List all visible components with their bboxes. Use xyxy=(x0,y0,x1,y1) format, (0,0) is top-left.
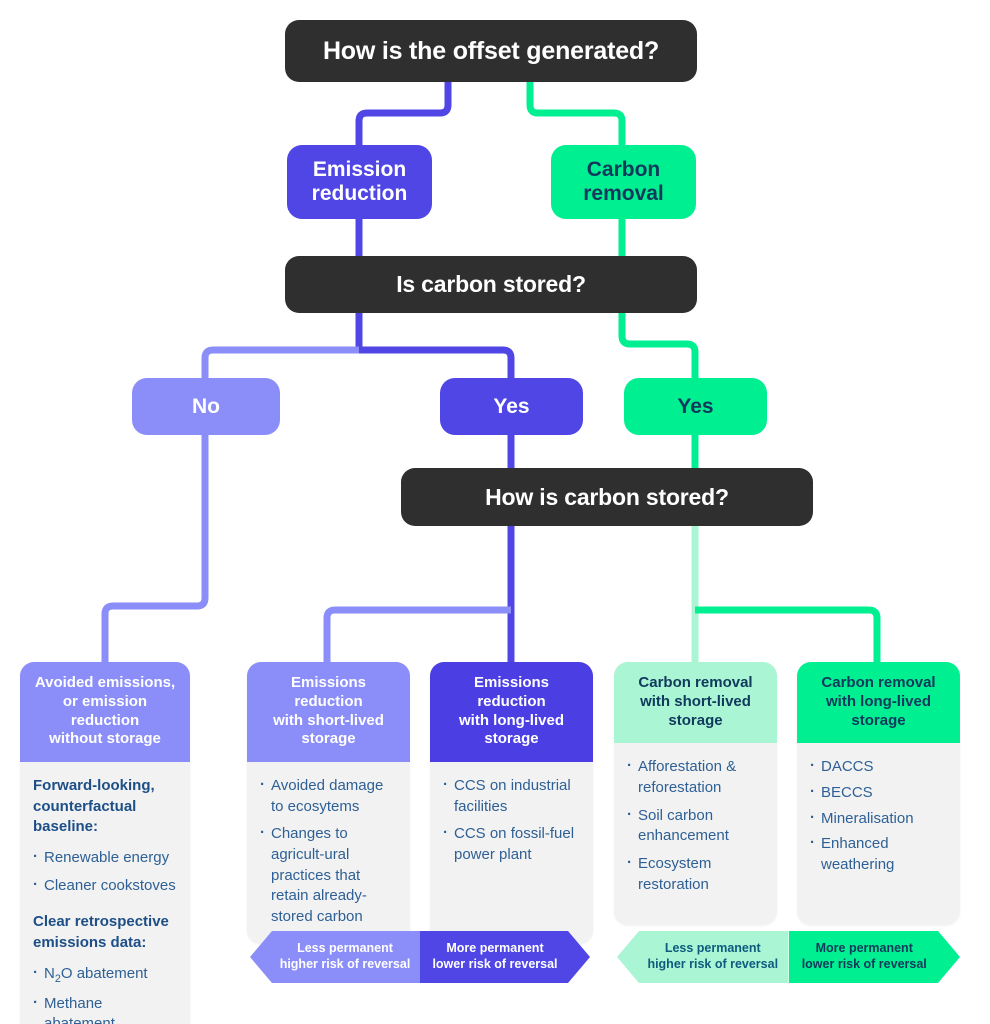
list-item: CCS on fossil-fuel power plant xyxy=(443,823,580,865)
card-header-line: Carbon removal xyxy=(821,674,936,691)
permanence-scale-green: Less permanent higher risk of reversal M… xyxy=(617,931,960,983)
list-item: Enhanced weathering xyxy=(810,833,947,875)
list-item: Cleaner cookstoves xyxy=(33,875,177,897)
link-q3-to-er-short-lived xyxy=(323,606,511,662)
link-q2-to-yes-purple xyxy=(359,346,515,378)
card-list: N2O abatement Methane abatement xyxy=(33,963,177,1024)
link-no-to-avoided-emissions xyxy=(101,434,209,662)
card-header-line: storage xyxy=(301,730,356,748)
card-header-line: with short-lived xyxy=(273,711,384,729)
permanence-label-line: higher risk of reversal xyxy=(647,957,779,971)
branch-emission-reduction-line1: Emission xyxy=(312,158,407,182)
card-avoided-emissions[interactable]: Avoided emissions, or emission reduction… xyxy=(20,662,190,1024)
list-item: Afforestation & reforestation xyxy=(627,756,764,798)
card-subheading: Forward-looking, counterfactual baseline… xyxy=(33,776,177,838)
card-header-line: with long-lived xyxy=(826,692,931,710)
permanence-less-permanent-green: Less permanent higher risk of reversal xyxy=(617,931,789,983)
card-header-line: or emission reduction xyxy=(62,692,148,729)
card-header-er-short-lived: Emissions reduction with short-lived sto… xyxy=(247,662,410,762)
card-cr-short-lived[interactable]: Carbon removal with short-lived storage … xyxy=(614,662,777,926)
card-list: CCS on industrial facilities CCS on foss… xyxy=(443,775,580,866)
card-list: Renewable energy Cleaner cookstoves xyxy=(33,847,177,897)
permanence-more-permanent-purple: More permanent lower risk of reversal xyxy=(420,931,590,983)
list-item: N2O abatement xyxy=(33,963,177,987)
permanence-label-line: More permanent xyxy=(446,941,544,956)
card-header-line: without storage xyxy=(49,730,161,748)
card-subheading-line: Clear retrospective xyxy=(33,913,169,931)
question-how-is-carbon-stored[interactable]: How is carbon stored? xyxy=(401,468,813,526)
card-header-avoided-emissions: Avoided emissions, or emission reduction… xyxy=(20,662,190,762)
card-body-avoided-emissions: Forward-looking, counterfactual baseline… xyxy=(20,762,190,1024)
list-item: DACCS xyxy=(810,756,947,778)
card-header-line: storage xyxy=(484,730,539,748)
answer-no[interactable]: No xyxy=(132,378,280,435)
list-item: Methane abatement xyxy=(33,993,177,1024)
permanence-scale-purple: Less permanent higher risk of reversal M… xyxy=(250,931,590,983)
permanence-label-line: More permanent xyxy=(815,941,913,956)
card-header-er-long-lived: Emissions reduction with long-lived stor… xyxy=(430,662,593,762)
question-root[interactable]: How is the offset generated? xyxy=(285,20,697,82)
card-list: DACCS BECCS Mineralisation Enhanced weat… xyxy=(810,756,947,875)
card-header-line: Emissions reduction xyxy=(290,674,367,710)
permanence-less-permanent-purple: Less permanent higher risk of reversal xyxy=(250,931,420,983)
list-item: BECCS xyxy=(810,782,947,804)
permanence-label-line: Less permanent xyxy=(664,941,761,956)
card-body-cr-short-lived: Afforestation & reforestation Soil carbo… xyxy=(614,743,777,926)
link-q2-to-yes-green xyxy=(618,312,699,378)
answer-yes-green[interactable]: Yes xyxy=(624,378,767,435)
card-header-line: with long-lived xyxy=(459,711,564,729)
list-item-text: O abatement xyxy=(60,964,148,982)
list-item: Ecosystem restoration xyxy=(627,853,764,895)
card-header-line: Emissions reduction xyxy=(473,674,550,710)
card-er-long-lived[interactable]: Emissions reduction with long-lived stor… xyxy=(430,662,593,944)
link-q2-to-no xyxy=(201,346,359,378)
card-header-line: with short-lived xyxy=(640,692,751,710)
branch-emission-reduction[interactable]: Emission reduction xyxy=(287,145,432,219)
list-item: Soil carbon enhancement xyxy=(627,805,764,847)
question-is-carbon-stored[interactable]: Is carbon stored? xyxy=(285,256,697,313)
card-header-cr-long-lived: Carbon removal with long-lived storage xyxy=(797,662,960,744)
card-subheading: Clear retrospective emissions data: xyxy=(33,912,177,953)
card-list: Afforestation & reforestation Soil carbo… xyxy=(627,756,764,895)
card-body-cr-long-lived: DACCS BECCS Mineralisation Enhanced weat… xyxy=(797,743,960,926)
link-root-to-emission-reduction xyxy=(355,80,452,145)
link-q3-to-cr-long-lived xyxy=(695,606,881,662)
permanence-label-line: higher risk of reversal xyxy=(279,957,411,971)
permanence-label-line: lower risk of reversal xyxy=(801,957,927,971)
card-subheading-line: Forward-looking, xyxy=(33,777,155,794)
permanence-more-permanent-green: More permanent lower risk of reversal xyxy=(789,931,961,983)
list-item: CCS on industrial facilities xyxy=(443,775,580,817)
list-item: Mineralisation xyxy=(810,808,947,830)
list-item: Avoided damage to ecosytems xyxy=(260,775,397,817)
branch-emission-reduction-line2: reduction xyxy=(311,182,408,205)
permanence-label-line: lower risk of reversal xyxy=(432,957,558,971)
card-header-line: storage xyxy=(851,711,906,729)
card-list: Avoided damage to ecosytems Changes to a… xyxy=(260,775,397,928)
card-subheading-line: baseline: xyxy=(33,818,99,836)
card-header-line: storage xyxy=(668,711,723,729)
card-subheading-line: counterfactual xyxy=(33,797,137,815)
answer-yes-purple[interactable]: Yes xyxy=(440,378,583,435)
branch-carbon-removal-line1: Carbon xyxy=(586,158,661,182)
card-body-er-long-lived: CCS on industrial facilities CCS on foss… xyxy=(430,762,593,944)
card-subheading-line: emissions data: xyxy=(33,934,147,952)
link-root-to-carbon-removal xyxy=(526,80,626,145)
decision-tree-diagram: How is the offset generated? Is carbon s… xyxy=(0,0,990,1024)
card-header-cr-short-lived: Carbon removal with short-lived storage xyxy=(614,662,777,744)
branch-carbon-removal[interactable]: Carbon removal xyxy=(551,145,696,219)
list-item: Changes to agricult-ural practices that … xyxy=(260,823,397,927)
card-header-line: Carbon removal xyxy=(638,674,753,691)
card-er-short-lived[interactable]: Emissions reduction with short-lived sto… xyxy=(247,662,410,944)
branch-carbon-removal-line2: removal xyxy=(583,182,664,205)
list-item-text: N xyxy=(44,964,55,982)
permanence-label-line: Less permanent xyxy=(297,941,393,956)
card-cr-long-lived[interactable]: Carbon removal with long-lived storage D… xyxy=(797,662,960,926)
list-item: Renewable energy xyxy=(33,847,177,869)
card-body-er-short-lived: Avoided damage to ecosytems Changes to a… xyxy=(247,762,410,944)
card-header-line: Avoided emissions, xyxy=(34,674,176,691)
